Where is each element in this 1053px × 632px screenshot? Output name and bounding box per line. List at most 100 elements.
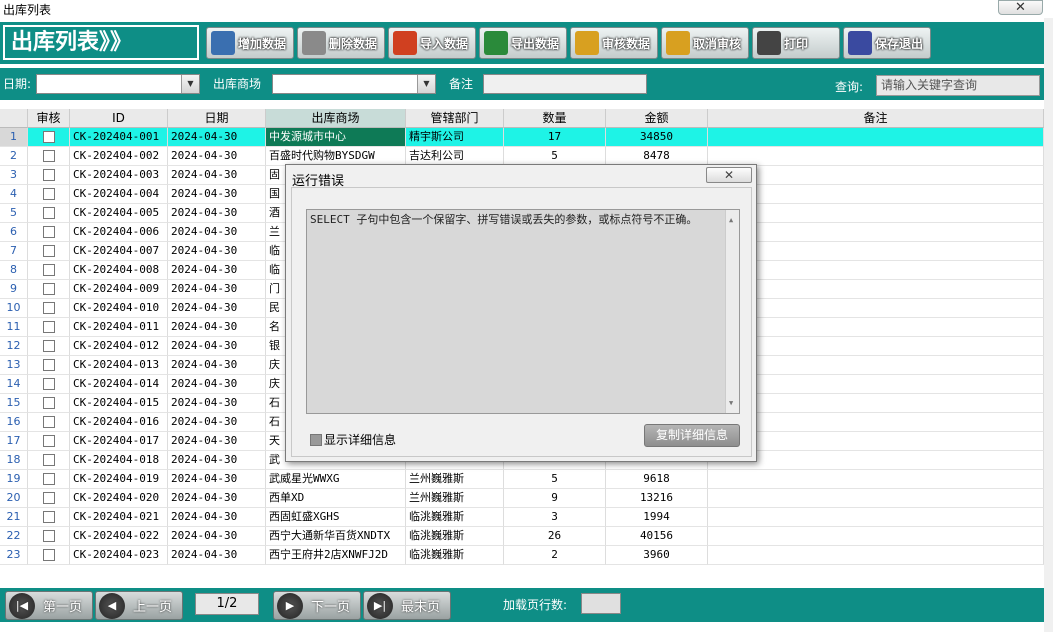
amount-cell: 3960 bbox=[606, 546, 708, 565]
toolbar-button-label: 导出数据 bbox=[511, 36, 560, 51]
amount-cell: 34850 bbox=[606, 128, 708, 147]
date-cell: 2024-04-30 bbox=[168, 185, 266, 204]
column-header[interactable]: 备注 bbox=[708, 109, 1044, 128]
row-number: 22 bbox=[0, 527, 28, 546]
checkbox-icon[interactable] bbox=[310, 433, 322, 446]
date-cell: 2024-04-30 bbox=[168, 375, 266, 394]
row-header-corner bbox=[0, 109, 28, 128]
audit-checkbox-cell bbox=[28, 375, 70, 394]
rows-per-page-input[interactable] bbox=[581, 593, 621, 614]
column-header[interactable]: 数量 bbox=[504, 109, 606, 128]
table-row[interactable]: 22 CK-202404-022 2024-04-30 西宁大通新华百货XNDTX 临洮… bbox=[0, 527, 1044, 546]
audit-checkbox-cell bbox=[28, 413, 70, 432]
column-header[interactable]: 审核 bbox=[28, 109, 70, 128]
audit-checkbox[interactable] bbox=[42, 511, 55, 523]
note-cell bbox=[708, 242, 1044, 261]
note-filter-input[interactable] bbox=[483, 74, 647, 94]
note-cell bbox=[708, 451, 1044, 470]
dept-cell: 临洮巍雅斯 bbox=[406, 546, 504, 565]
audit-checkbox-cell bbox=[28, 318, 70, 337]
row-number: 15 bbox=[0, 394, 28, 413]
dept-cell: 精宇斯公司 bbox=[406, 128, 504, 147]
table-row[interactable]: 21 CK-202404-021 2024-04-30 西固虹盛XGHS 临洮巍雅斯 3 1… bbox=[0, 508, 1044, 527]
audit-checkbox[interactable] bbox=[42, 340, 55, 352]
dept-cell: 临洮巍雅斯 bbox=[406, 508, 504, 527]
scroll-down-icon[interactable]: ▼ bbox=[729, 396, 733, 410]
table-row[interactable]: 19 CK-202404-019 2024-04-30 武威星光WWXG 兰州巍雅斯 5 9… bbox=[0, 470, 1044, 489]
table-row[interactable]: 23 CK-202404-023 2024-04-30 西宁王府井2店XNWFJ2D 临… bbox=[0, 546, 1044, 565]
toolbar-button-2[interactable]: 删除数据 bbox=[297, 27, 385, 59]
toolbar-button-3[interactable]: 导入数据 bbox=[388, 27, 476, 59]
next-page-button[interactable]: ▶ 下一页 bbox=[273, 591, 361, 620]
dept-cell: 兰州巍雅斯 bbox=[406, 470, 504, 489]
audit-checkbox[interactable] bbox=[42, 378, 55, 390]
row-number: 2 bbox=[0, 147, 28, 166]
audit-checkbox[interactable] bbox=[42, 549, 55, 561]
toolbar-button-4[interactable]: 导出数据 bbox=[479, 27, 567, 59]
audit-checkbox[interactable] bbox=[42, 473, 55, 485]
audit-checkbox-cell bbox=[28, 470, 70, 489]
audit-checkbox[interactable] bbox=[42, 302, 55, 314]
audit-checkbox[interactable] bbox=[42, 530, 55, 542]
audit-checkbox-cell bbox=[28, 527, 70, 546]
note-cell bbox=[708, 413, 1044, 432]
note-cell bbox=[708, 147, 1044, 166]
audit-checkbox-cell bbox=[28, 204, 70, 223]
filter-bar: 日期: ▼ 出库商场 ▼ 备注 查询: 请输入关键字查询 bbox=[0, 68, 1044, 100]
toolbar-button-6[interactable]: 取消审核 bbox=[661, 27, 749, 59]
audit-checkbox[interactable] bbox=[42, 226, 55, 238]
id-cell: CK-202404-022 bbox=[70, 527, 168, 546]
pager-bar: |◀ 第一页 ◀ 上一页 1/2 ▶ 下一页 ▶| 最末页 加载页行数: bbox=[0, 588, 1044, 622]
column-header[interactable]: 日期 bbox=[168, 109, 266, 128]
date-filter-combo[interactable]: ▼ bbox=[36, 74, 200, 94]
table-row[interactable]: 20 CK-202404-020 2024-04-30 西单XD 兰州巍雅斯 9 13216 bbox=[0, 489, 1044, 508]
chevron-down-icon[interactable]: ▼ bbox=[181, 75, 199, 93]
audit-checkbox[interactable] bbox=[42, 150, 55, 162]
audit-checkbox[interactable] bbox=[42, 321, 55, 333]
audit-checkbox[interactable] bbox=[42, 416, 55, 428]
audit-checkbox[interactable] bbox=[42, 131, 55, 143]
audit-checkbox[interactable] bbox=[42, 435, 55, 447]
mall-cell: 武威星光WWXG bbox=[266, 470, 406, 489]
audit-checkbox[interactable] bbox=[42, 264, 55, 276]
show-details-checkbox[interactable]: 显示详细信息 bbox=[310, 431, 396, 448]
audit-checkbox[interactable] bbox=[42, 188, 55, 200]
column-header[interactable]: 金额 bbox=[606, 109, 708, 128]
audit-checkbox[interactable] bbox=[42, 397, 55, 409]
audit-checkbox[interactable] bbox=[42, 169, 55, 181]
audit-checkbox[interactable] bbox=[42, 245, 55, 257]
copy-details-button[interactable]: 复制详细信息 bbox=[644, 424, 740, 447]
note-cell bbox=[708, 337, 1044, 356]
column-header[interactable]: ID bbox=[70, 109, 168, 128]
id-cell: CK-202404-002 bbox=[70, 147, 168, 166]
toolbar-button-7[interactable]: 打印 bbox=[752, 27, 840, 59]
toolbar-button-5[interactable]: 审核数据 bbox=[570, 27, 658, 59]
amount-cell: 9618 bbox=[606, 470, 708, 489]
audit-checkbox[interactable] bbox=[42, 207, 55, 219]
window-close-button[interactable]: ✕ bbox=[998, 0, 1043, 15]
scroll-up-icon[interactable]: ▲ bbox=[729, 213, 733, 227]
table-row[interactable]: 1 CK-202404-001 2024-04-30 中发源城市中心 精宇斯公司 17 34… bbox=[0, 128, 1044, 147]
audit-checkbox[interactable] bbox=[42, 492, 55, 504]
audit-checkbox[interactable] bbox=[42, 359, 55, 371]
prev-page-button[interactable]: ◀ 上一页 bbox=[95, 591, 183, 620]
column-header[interactable]: 管辖部门 bbox=[406, 109, 504, 128]
note-cell bbox=[708, 394, 1044, 413]
search-input[interactable]: 请输入关键字查询 bbox=[876, 75, 1040, 96]
dialog-close-button[interactable]: ✕ bbox=[706, 167, 752, 183]
mall-filter-combo[interactable]: ▼ bbox=[272, 74, 436, 94]
audit-checkbox[interactable] bbox=[42, 454, 55, 466]
audit-checkbox-cell bbox=[28, 147, 70, 166]
last-page-label: 最末页 bbox=[401, 600, 441, 615]
message-scrollbar[interactable]: ▲ ▼ bbox=[725, 210, 739, 413]
audit-checkbox[interactable] bbox=[42, 283, 55, 295]
first-page-button[interactable]: |◀ 第一页 bbox=[5, 591, 93, 620]
toolbar-button-8[interactable]: 保存退出 bbox=[843, 27, 931, 59]
column-header[interactable]: 出库商场 bbox=[266, 109, 406, 128]
toolbar-button-label: 审核数据 bbox=[602, 36, 651, 51]
last-page-button[interactable]: ▶| 最末页 bbox=[363, 591, 451, 620]
toolbar-button-1[interactable]: 增加数据 bbox=[206, 27, 294, 59]
chevron-down-icon[interactable]: ▼ bbox=[417, 75, 435, 93]
row-number: 9 bbox=[0, 280, 28, 299]
qty-cell: 17 bbox=[504, 128, 606, 147]
